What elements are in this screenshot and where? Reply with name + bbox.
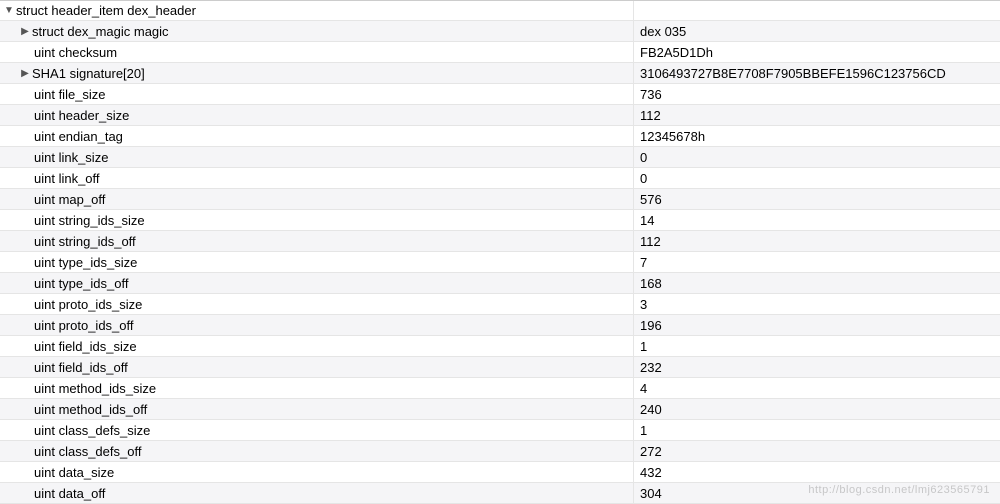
tree-row[interactable]: uint string_ids_size 14 (0, 210, 1000, 231)
field-value: FB2A5D1Dh (634, 45, 1000, 60)
field-name: uint type_ids_size (34, 255, 137, 270)
field-name: uint string_ids_size (34, 213, 145, 228)
watermark-text: http://blog.csdn.net/lmj623565791 (808, 484, 990, 496)
tree-cell-name: uint map_off (0, 189, 634, 209)
field-value: 112 (634, 234, 1000, 249)
tree-cell-name: uint method_ids_off (0, 399, 634, 419)
field-value: 168 (634, 276, 1000, 291)
field-value: 7 (634, 255, 1000, 270)
tree-cell-name: uint class_defs_off (0, 441, 634, 461)
field-name: uint proto_ids_off (34, 318, 134, 333)
field-name: uint link_off (34, 171, 100, 186)
tree-cell-name: uint endian_tag (0, 126, 634, 146)
tree-cell-name: uint data_off (0, 483, 634, 503)
tree-cell-name: uint field_ids_off (0, 357, 634, 377)
tree-cell-name: uint method_ids_size (0, 378, 634, 398)
chevron-down-icon[interactable]: ▼ (4, 5, 14, 16)
tree-cell-name: uint header_size (0, 105, 634, 125)
tree-cell-name: uint file_size (0, 84, 634, 104)
field-name: uint method_ids_size (34, 381, 156, 396)
field-name: uint class_defs_off (34, 444, 141, 459)
tree-row[interactable]: uint class_defs_size 1 (0, 420, 1000, 441)
tree-row[interactable]: uint link_size 0 (0, 147, 1000, 168)
field-value: 0 (634, 150, 1000, 165)
tree-row[interactable]: uint header_size 112 (0, 105, 1000, 126)
field-value: 576 (634, 192, 1000, 207)
tree-row[interactable]: uint field_ids_size 1 (0, 336, 1000, 357)
field-name: uint file_size (34, 87, 106, 102)
tree-cell-name: uint proto_ids_off (0, 315, 634, 335)
field-name: uint field_ids_off (34, 360, 128, 375)
field-name: uint type_ids_off (34, 276, 128, 291)
field-value: 272 (634, 444, 1000, 459)
tree-row[interactable]: uint checksum FB2A5D1Dh (0, 42, 1000, 63)
tree-row[interactable]: ▶SHA1 signature[20]3106493727B8E7708F790… (0, 63, 1000, 84)
field-name: SHA1 signature[20] (32, 66, 145, 81)
field-name: struct header_item dex_header (16, 3, 196, 18)
tree-cell-name: uint proto_ids_size (0, 294, 634, 314)
tree-row[interactable]: uint method_ids_off 240 (0, 399, 1000, 420)
tree-row[interactable]: uint proto_ids_size 3 (0, 294, 1000, 315)
field-value: 240 (634, 402, 1000, 417)
chevron-right-icon[interactable]: ▶ (20, 68, 30, 79)
tree-cell-name: uint class_defs_size (0, 420, 634, 440)
tree-cell-name: ▶SHA1 signature[20] (0, 63, 634, 83)
field-name: uint data_off (34, 486, 105, 501)
field-value: 432 (634, 465, 1000, 480)
field-value: 196 (634, 318, 1000, 333)
field-name: uint header_size (34, 108, 129, 123)
tree-row[interactable]: uint proto_ids_off 196 (0, 315, 1000, 336)
field-name: uint endian_tag (34, 129, 123, 144)
tree-cell-name: uint link_off (0, 168, 634, 188)
field-name: uint map_off (34, 192, 105, 207)
field-value: 12345678h (634, 129, 1000, 144)
tree-row[interactable]: uint file_size 736 (0, 84, 1000, 105)
tree-cell-name: ▼ struct header_item dex_header (0, 1, 634, 20)
tree-row[interactable]: uint method_ids_size 4 (0, 378, 1000, 399)
tree-row[interactable]: uint field_ids_off 232 (0, 357, 1000, 378)
field-value: 4 (634, 381, 1000, 396)
tree-cell-name: uint checksum (0, 42, 634, 62)
field-name: uint proto_ids_size (34, 297, 142, 312)
tree-cell-name: uint field_ids_size (0, 336, 634, 356)
field-value: 3 (634, 297, 1000, 312)
tree-row[interactable]: uint string_ids_off 112 (0, 231, 1000, 252)
field-value: dex 035 (634, 24, 1000, 39)
field-value: 14 (634, 213, 1000, 228)
tree-row[interactable]: uint data_size 432 (0, 462, 1000, 483)
field-name: uint string_ids_off (34, 234, 136, 249)
field-name: uint field_ids_size (34, 339, 137, 354)
tree-cell-name: uint string_ids_size (0, 210, 634, 230)
field-name: uint checksum (34, 45, 117, 60)
chevron-right-icon[interactable]: ▶ (20, 26, 30, 37)
field-value: 0 (634, 171, 1000, 186)
tree-cell-name: uint string_ids_off (0, 231, 634, 251)
tree-row[interactable]: uint class_defs_off 272 (0, 441, 1000, 462)
field-value: 232 (634, 360, 1000, 375)
field-value: 736 (634, 87, 1000, 102)
tree-row-root[interactable]: ▼ struct header_item dex_header (0, 0, 1000, 21)
tree-row[interactable]: uint link_off 0 (0, 168, 1000, 189)
tree-cell-name: uint type_ids_size (0, 252, 634, 272)
tree-row[interactable]: uint map_off 576 (0, 189, 1000, 210)
field-name: uint class_defs_size (34, 423, 150, 438)
field-value: 1 (634, 339, 1000, 354)
field-name: uint link_size (34, 150, 108, 165)
tree-cell-name: uint data_size (0, 462, 634, 482)
field-name: uint method_ids_off (34, 402, 147, 417)
struct-tree-table: ▼ struct header_item dex_header ▶struct … (0, 0, 1000, 504)
tree-row[interactable]: uint type_ids_off 168 (0, 273, 1000, 294)
tree-cell-name: uint link_size (0, 147, 634, 167)
field-name: uint data_size (34, 465, 114, 480)
field-value: 1 (634, 423, 1000, 438)
tree-row[interactable]: uint type_ids_size 7 (0, 252, 1000, 273)
tree-row[interactable]: uint endian_tag 12345678h (0, 126, 1000, 147)
tree-cell-name: uint type_ids_off (0, 273, 634, 293)
tree-row[interactable]: ▶struct dex_magic magicdex 035 (0, 21, 1000, 42)
field-value: 3106493727B8E7708F7905BBEFE1596C123756CD (634, 66, 1000, 81)
field-value: 112 (634, 108, 1000, 123)
tree-cell-name: ▶struct dex_magic magic (0, 21, 634, 41)
field-name: struct dex_magic magic (32, 24, 169, 39)
